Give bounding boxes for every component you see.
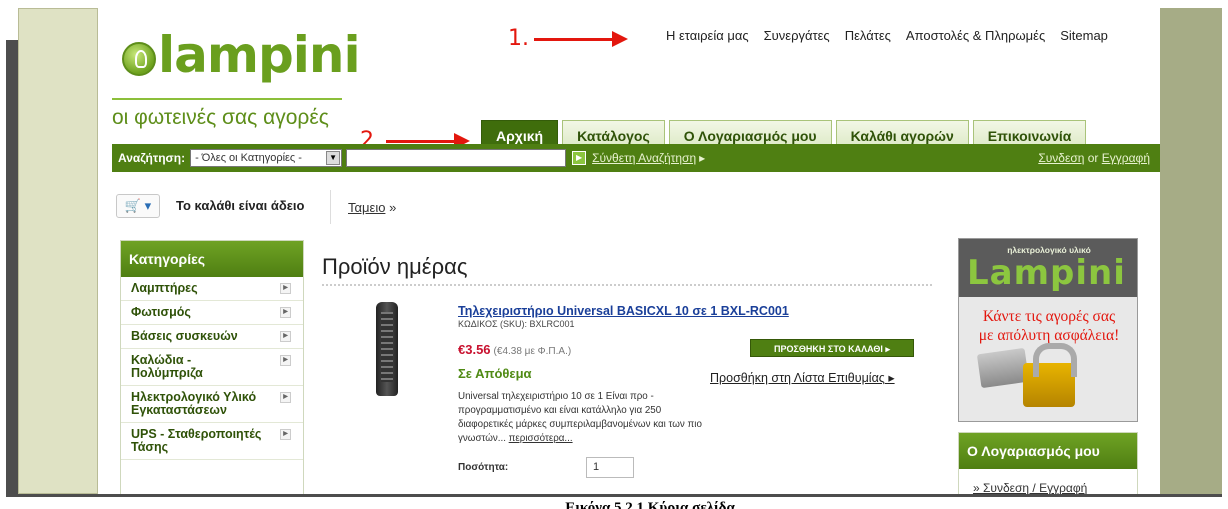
wishlist-link[interactable]: Προσθήκη στη Λίστα Επιθυμίας ▸ xyxy=(710,370,895,385)
chevron-right-icon: ▶ xyxy=(280,355,291,366)
annotation-arrow-1 xyxy=(534,31,628,47)
search-input[interactable] xyxy=(346,149,567,167)
chevron-right-icon: ▶ xyxy=(280,331,291,342)
padlock-icon xyxy=(1023,343,1077,407)
category-item-cables[interactable]: Καλώδια - Πολύμπριζα ▶ xyxy=(121,349,303,386)
price-vat: (€4.38 με Φ.Π.Α.) xyxy=(493,346,572,357)
search-go-button[interactable]: ▶ xyxy=(572,151,587,165)
tagline: οι φωτεινές σας αγορές xyxy=(112,98,342,129)
category-item-ups[interactable]: UPS - Σταθεροποιητές Τάσης ▶ xyxy=(121,423,303,460)
category-item-lamps[interactable]: Λαμπτήρες ▶ xyxy=(121,277,303,301)
category-label: Φωτισμός xyxy=(131,305,191,319)
top-link-sitemap[interactable]: Sitemap xyxy=(1060,28,1108,43)
cart-dropdown-button[interactable]: 🛒 ▾ xyxy=(116,194,160,218)
category-item-lighting[interactable]: Φωτισμός ▶ xyxy=(121,301,303,325)
wishlist-label: Προσθήκη στη Λίστα Επιθυμίας xyxy=(710,371,885,385)
security-banner[interactable]: ηλεκτρολογικό υλικό Lampini Κάντε τις αγ… xyxy=(958,238,1138,422)
category-label: Ηλεκτρολογικό Υλικό Εγκαταστάσεων xyxy=(131,390,257,417)
quantity-input[interactable]: 1 xyxy=(586,457,634,478)
category-select[interactable]: - Όλες οι Κατηγορίες - ▼ xyxy=(190,149,343,167)
frame-left-panel xyxy=(18,8,98,494)
product-price: €3.56 (€4.38 με Φ.Π.Α.) xyxy=(458,342,571,357)
top-link-partners[interactable]: Συνεργάτες xyxy=(764,28,830,43)
description-text: Universal τηλεχειριστήριο 10 σε 1 Είναι … xyxy=(458,391,702,444)
top-link-clients[interactable]: Πελάτες xyxy=(845,28,891,43)
product-name-link[interactable]: Τηλεχειριστήριο Universal BASICXL 10 σε … xyxy=(458,304,789,318)
checkout-area: Ταμειο » xyxy=(348,200,396,215)
credit-card-icon xyxy=(976,347,1030,389)
page-title: Προϊόν ημέρας xyxy=(322,254,468,279)
checkout-suffix: » xyxy=(389,200,397,215)
figure-caption: Εικόνα 5.2.1 Κύρια σελίδα xyxy=(565,500,735,509)
frame-right-panel xyxy=(1160,8,1222,494)
chevron-right-icon: ▶ xyxy=(280,307,291,318)
banner-slogan-line1: Κάντε τις αγορές σας xyxy=(982,308,1116,325)
product-image[interactable] xyxy=(376,302,398,396)
chevron-right-icon: ▸ xyxy=(699,151,706,165)
price-value: €3.56 xyxy=(458,342,491,357)
register-link[interactable]: Εγγραφή xyxy=(1102,151,1150,165)
category-label: Καλώδια - Πολύμπριζα xyxy=(131,353,203,380)
account-login-link[interactable]: » Συνδεση / Εγγραφή xyxy=(959,469,1137,494)
account-box: Ο Λογαριασμός μου » Συνδεση / Εγγραφή xyxy=(958,432,1138,494)
category-item-bases[interactable]: Βάσεις συσκευών ▶ xyxy=(121,325,303,349)
categories-sidebar: Κατηγορίες Λαμπτήρες ▶ Φωτισμός ▶ Βάσεις σ… xyxy=(120,240,304,494)
cart-icon: 🛒 xyxy=(124,198,142,213)
stock-status: Σε Απόθεμα xyxy=(458,366,532,381)
banner-slogan: Κάντε τις αγορές σας με απόλυτη ασφάλεια… xyxy=(959,307,1137,345)
top-link-shipping[interactable]: Αποστολές & Πληρωμές xyxy=(906,28,1045,43)
add-to-cart-label: ΠΡΟΣΘΗΚΗ ΣΤΟ ΚΑΛΑΘΙ xyxy=(774,344,883,354)
top-link-company[interactable]: Η εταιρεία μας xyxy=(666,28,749,43)
checkout-link[interactable]: Ταμειο xyxy=(348,200,385,215)
title-divider xyxy=(322,284,934,286)
lightbulb-icon xyxy=(122,42,156,76)
logo-text: lampini xyxy=(158,26,361,84)
chevron-right-icon: ▶ xyxy=(280,429,291,440)
category-item-electrical[interactable]: Ηλεκτρολογικό Υλικό Εγκαταστάσεων ▶ xyxy=(121,386,303,423)
login-area: Συνδεση or Εγγραφή xyxy=(1038,151,1150,165)
chevron-right-icon: ▶ xyxy=(280,392,291,403)
chevron-down-icon[interactable]: ▼ xyxy=(326,151,341,165)
advanced-search-link[interactable]: Σύνθετη Αναζήτηση xyxy=(592,151,696,165)
or-text: or xyxy=(1087,151,1099,165)
category-label: UPS - Σταθεροποιητές Τάσης xyxy=(131,427,262,454)
search-label: Αναζήτηση: xyxy=(118,151,186,165)
chevron-right-icon: ▶ xyxy=(280,283,291,294)
categories-title: Κατηγορίες xyxy=(121,241,303,277)
top-links: Η εταιρεία μας Συνεργάτες Πελάτες Αποστο… xyxy=(666,28,1108,43)
banner-logo: Lampini xyxy=(967,253,1126,293)
category-select-value: - Όλες οι Κατηγορίες - xyxy=(195,152,302,164)
quantity-label: Ποσότητα: xyxy=(458,462,509,473)
search-bar: Αναζήτηση: - Όλες οι Κατηγορίες - ▼ ▶ Σύ… xyxy=(112,144,1160,172)
category-label: Λαμπτήρες xyxy=(131,281,198,295)
account-title: Ο Λογαριασμός μου xyxy=(959,433,1137,469)
product-sku: ΚΩΔΙΚΟΣ (SKU): BXLRC001 xyxy=(458,319,575,329)
cart-status: Το καλάθι είναι άδειο xyxy=(176,198,305,213)
login-link[interactable]: Συνδεση xyxy=(1038,151,1084,165)
annotation-1: 1. xyxy=(508,26,529,51)
product-description: Universal τηλεχειριστήριο 10 σε 1 Είναι … xyxy=(458,390,718,446)
cart-divider xyxy=(330,190,331,224)
read-more-link[interactable]: περισσότερα... xyxy=(509,433,573,444)
annotation-arrow-2 xyxy=(386,133,470,149)
add-to-cart-button[interactable]: ΠΡΟΣΘΗΚΗ ΣΤΟ ΚΑΛΑΘΙ ▸ xyxy=(750,339,914,357)
category-label: Βάσεις συσκευών xyxy=(131,329,238,343)
website-page: lampini οι φωτεινές σας αγορές Η εταιρεί… xyxy=(98,8,1160,494)
